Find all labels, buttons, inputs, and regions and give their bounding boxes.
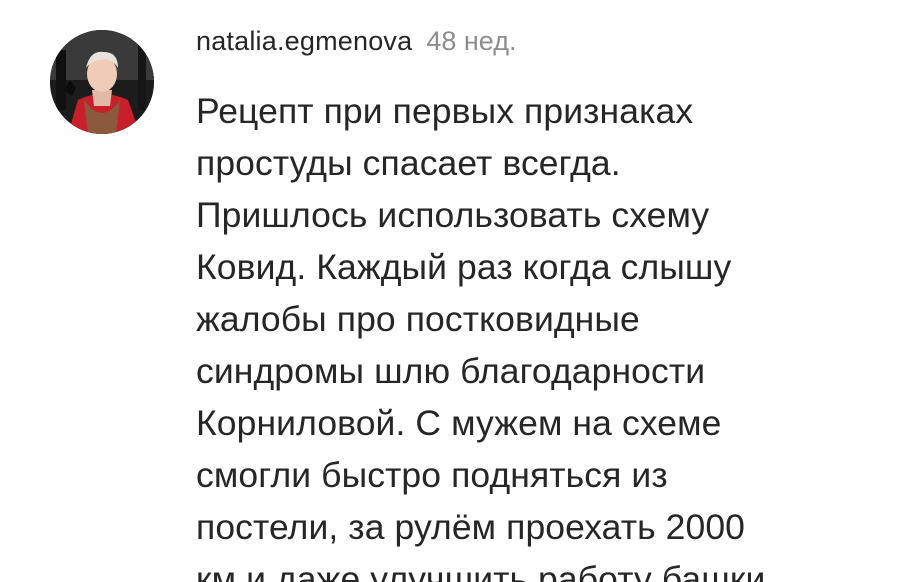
comment-item: natalia.egmenova 48 нед. Рецепт при перв… bbox=[0, 0, 918, 582]
user-avatar-icon bbox=[50, 30, 154, 134]
comment-text-line: синдромы шлю благодарности bbox=[196, 351, 706, 391]
comment-body: natalia.egmenova 48 нед. Рецепт при перв… bbox=[196, 26, 908, 582]
comment-text-line: км и даже улучшить работу башки. bbox=[196, 559, 776, 582]
comment-text-line: смогли быстро подняться из bbox=[196, 455, 668, 495]
comment-meta: natalia.egmenova 48 нед. bbox=[196, 26, 908, 66]
comment-text-line: Корниловой. С мужем на схеме bbox=[196, 403, 722, 443]
comment-text-line: Ковид. Каждый раз когда слышу bbox=[196, 247, 732, 287]
username-link[interactable]: natalia.egmenova bbox=[196, 26, 412, 57]
comment-timestamp: 48 нед. bbox=[426, 26, 517, 56]
comment-text-line: постели, за рулём проехать 2000 bbox=[196, 507, 746, 547]
avatar[interactable] bbox=[50, 30, 154, 134]
comment-text: Рецепт при первых признаках простуды спа… bbox=[196, 85, 908, 582]
comment-text-line: простуды спасает всегда. bbox=[196, 143, 621, 183]
comment-text-line: жалобы про постковидные bbox=[196, 299, 640, 339]
comment-text-line: Пришлось использовать схему bbox=[196, 195, 710, 235]
comment-text-line: Рецепт при первых признаках bbox=[196, 91, 694, 131]
